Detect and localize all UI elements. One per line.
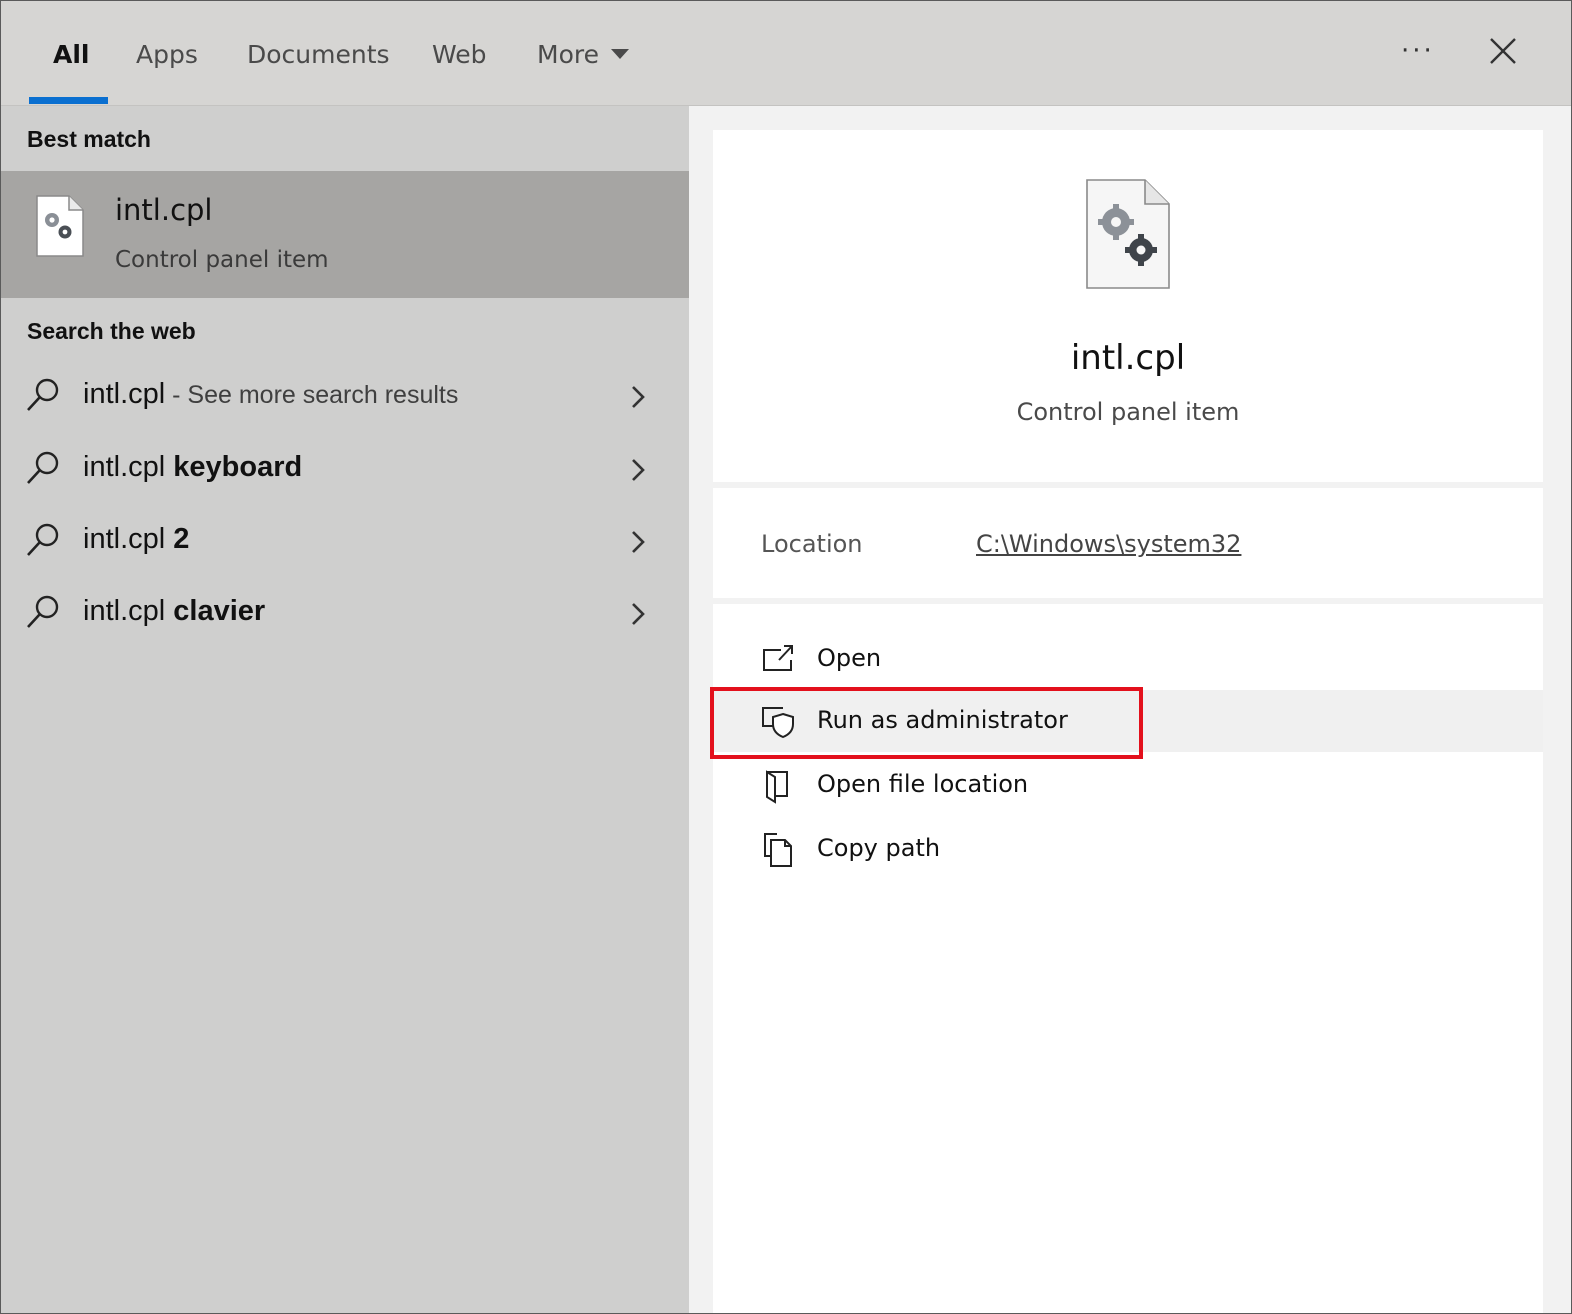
control-panel-file-icon xyxy=(1086,179,1170,289)
tab-web[interactable]: Web xyxy=(432,35,487,75)
open-label: Open xyxy=(817,644,882,672)
search-web-header: Search the web xyxy=(27,318,196,344)
best-match-item[interactable]: intl.cpl Control panel item xyxy=(1,171,689,298)
open-icon xyxy=(763,645,793,671)
run-as-admin-action[interactable]: Run as administrator xyxy=(713,690,1543,752)
shield-icon xyxy=(762,707,794,739)
location-card: Location C:\Windows\system32 xyxy=(713,488,1543,598)
actions-card: Open Run as administrator Open file loca… xyxy=(713,604,1543,1313)
preview-subtitle: Control panel item xyxy=(1016,398,1240,426)
chevron-right-icon xyxy=(632,531,645,553)
tab-more-label: More xyxy=(537,40,599,69)
tab-all[interactable]: All xyxy=(53,35,90,75)
preview-card: intl.cpl Control panel item xyxy=(713,130,1543,482)
search-icon xyxy=(27,378,59,411)
search-window: All Apps Documents Web More ··· Best mat… xyxy=(0,0,1572,1314)
open-file-location-action[interactable]: Open file location xyxy=(713,754,1543,816)
web-result-label: intl.cpl clavier xyxy=(83,595,266,627)
run-as-admin-label: Run as administrator xyxy=(817,706,1068,734)
chevron-right-icon xyxy=(632,459,645,481)
web-result-label: intl.cpl 2 xyxy=(83,523,190,555)
web-result-label: intl.cpl keyboard xyxy=(83,451,303,483)
open-file-location-label: Open file location xyxy=(817,770,1029,798)
control-panel-file-icon xyxy=(36,195,84,257)
copy-icon xyxy=(764,833,792,867)
open-action[interactable]: Open xyxy=(713,628,1543,690)
location-link[interactable]: C:\Windows\system32 xyxy=(976,530,1241,558)
results-pane: Best match intl.cpl Control panel item S… xyxy=(1,106,689,1313)
chevron-right-icon xyxy=(632,603,645,625)
search-icon xyxy=(27,595,59,628)
web-result-item[interactable]: intl.cpl - See more search results xyxy=(1,366,689,430)
preview-title: intl.cpl xyxy=(1070,338,1186,378)
tab-more[interactable]: More xyxy=(537,35,629,75)
close-icon[interactable] xyxy=(1485,33,1521,69)
best-match-header: Best match xyxy=(27,126,151,152)
more-options-icon[interactable]: ··· xyxy=(1401,31,1435,71)
active-tab-indicator xyxy=(29,97,108,104)
web-result-item[interactable]: intl.cpl 2 xyxy=(1,511,689,575)
web-result-label: intl.cpl - See more search results xyxy=(83,378,459,410)
search-icon xyxy=(27,451,59,484)
caret-down-icon xyxy=(610,49,629,59)
chevron-right-icon xyxy=(632,386,645,408)
tab-bar: All Apps Documents Web More ··· xyxy=(1,1,1571,106)
preview-pane: intl.cpl Control panel item Location C:\… xyxy=(689,106,1571,1313)
location-label: Location xyxy=(761,530,863,558)
copy-path-label: Copy path xyxy=(817,834,941,862)
search-icon xyxy=(27,523,59,556)
best-match-title: intl.cpl xyxy=(115,193,213,227)
copy-path-action[interactable]: Copy path xyxy=(713,818,1543,880)
web-result-item[interactable]: intl.cpl clavier xyxy=(1,583,689,647)
folder-icon xyxy=(766,770,788,804)
tab-documents[interactable]: Documents xyxy=(247,35,390,75)
web-result-item[interactable]: intl.cpl keyboard xyxy=(1,439,689,503)
best-match-subtitle: Control panel item xyxy=(115,247,329,273)
tab-apps[interactable]: Apps xyxy=(136,35,198,75)
